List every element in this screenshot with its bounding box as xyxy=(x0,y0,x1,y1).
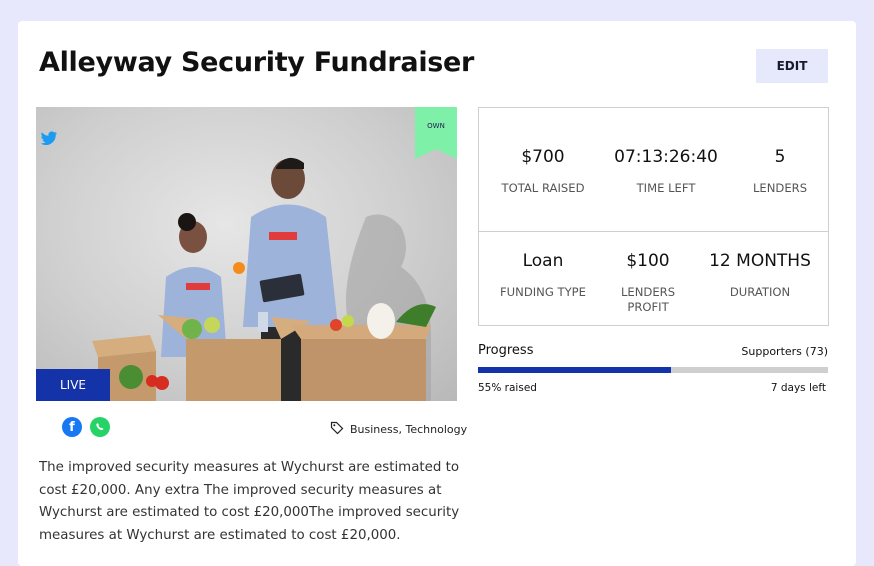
stat-funding-type: Loan FUNDING TYPE xyxy=(479,251,607,300)
stat-value: 5 xyxy=(774,147,786,167)
category-tags: Business, Technology xyxy=(330,421,467,438)
own-label: OWN xyxy=(427,122,445,130)
stat-label: TIME LEFT xyxy=(636,181,696,195)
supporters-count: Supporters (73) xyxy=(741,345,828,358)
facebook-icon[interactable]: f xyxy=(62,417,82,437)
volunteers-photo xyxy=(92,157,436,401)
stats-divider xyxy=(479,231,828,232)
stat-duration: 12 MONTHS DURATION xyxy=(701,251,819,300)
progress-bar xyxy=(478,367,828,373)
live-badge: LIVE xyxy=(36,369,110,401)
tags-text: Business, Technology xyxy=(350,423,468,436)
campaign-image: OWN LIVE xyxy=(36,107,457,401)
progress-bar-fill xyxy=(478,367,671,373)
stat-label: LENDERS xyxy=(752,181,808,195)
stat-value: $700 xyxy=(521,147,565,167)
share-buttons: f xyxy=(62,417,110,437)
own-ribbon: OWN xyxy=(415,107,457,159)
page-title: Alleyway Security Fundraiser xyxy=(39,47,475,78)
stat-total-raised: $700 TOTAL RAISED xyxy=(479,147,607,196)
stat-label: TOTAL RAISED xyxy=(501,181,585,195)
whatsapp-icon[interactable] xyxy=(90,417,110,437)
percent-raised: 55% raised xyxy=(478,382,537,394)
tag-icon xyxy=(330,421,344,438)
stats-panel: $700 TOTAL RAISED 07:13:26:40 TIME LEFT … xyxy=(478,107,829,326)
campaign-description: The improved security measures at Wychur… xyxy=(39,460,460,543)
edit-button[interactable]: EDIT xyxy=(756,49,828,83)
stat-label: LENDERS PROFIT xyxy=(620,285,676,314)
stat-lenders: 5 LENDERS xyxy=(731,147,829,196)
stat-label: FUNDING TYPE xyxy=(500,285,586,299)
stat-value: $100 xyxy=(626,251,670,271)
progress-title: Progress xyxy=(478,343,534,358)
stat-value: Loan xyxy=(522,251,564,271)
campaign-card: Alleyway Security Fundraiser EDIT OWN LI… xyxy=(18,21,856,566)
stat-value: 07:13:26:40 xyxy=(614,147,718,167)
stat-time-left: 07:13:26:40 TIME LEFT xyxy=(601,147,731,196)
stat-value: 12 MONTHS xyxy=(709,251,811,271)
stat-lenders-profit: $100 LENDERS PROFIT xyxy=(613,251,683,315)
stat-label: DURATION xyxy=(729,285,791,299)
days-left: 7 days left xyxy=(770,382,826,394)
